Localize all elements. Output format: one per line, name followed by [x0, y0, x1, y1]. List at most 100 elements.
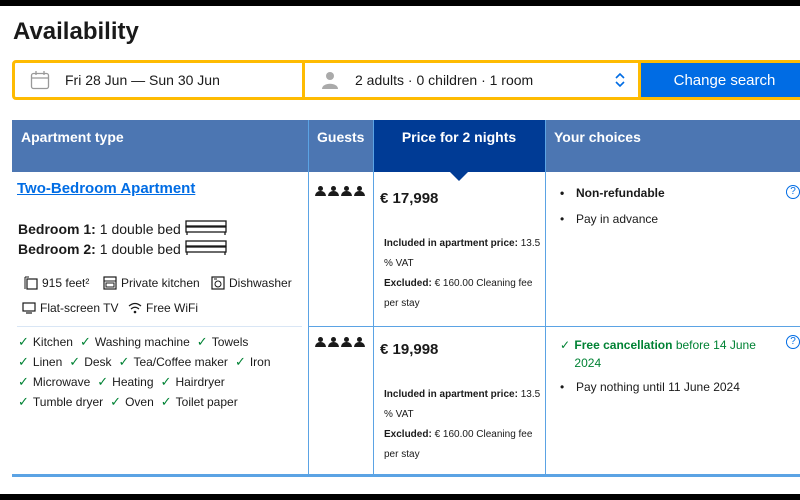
price-option-2: € 19,998: [380, 341, 439, 358]
amenity-item: ✓ Hairdryer: [161, 372, 225, 392]
person-icon: [315, 337, 326, 347]
header-apartment-type: Apartment type: [21, 129, 124, 145]
price-option-1: € 17,998: [380, 190, 439, 207]
amenities-list: ✓ Kitchen ✓ Washing machine ✓ Towels ✓ Linen…: [18, 332, 308, 412]
facility-dishwasher: Dishwasher: [211, 276, 292, 290]
amenity-label: Tumble dryer: [32, 395, 104, 409]
row-divider: [17, 326, 302, 327]
max-guests-icon: [315, 186, 365, 196]
amenities-row: ✓ Microwave ✓ Heating ✓ Hairdryer: [18, 372, 308, 392]
tv-icon: [22, 301, 36, 315]
amenity-label: Heating: [112, 375, 154, 389]
facility-label: Flat-screen TV: [40, 301, 119, 315]
amenities-row: ✓ Linen ✓ Desk ✓ Tea/Coffee maker ✓ Iron: [18, 352, 308, 372]
facility-size: 915 feet²: [24, 276, 89, 290]
amenity-label: Kitchen: [32, 335, 73, 349]
availability-page: Availability Fri 28 Jun — Sun 30 Jun 2 a…: [0, 6, 800, 494]
availability-table: Apartment type Guests Price for 2 nights…: [12, 120, 800, 477]
amenity-label: Desk: [84, 355, 112, 369]
check-icon: ✓: [196, 334, 208, 349]
help-icon[interactable]: ?: [786, 185, 800, 199]
amenity-item: ✓ Tea/Coffee maker: [119, 352, 228, 372]
amenity-item: ✓ Oven: [110, 392, 154, 412]
amenity-item: ✓ Linen: [18, 352, 62, 372]
check-icon: ✓: [97, 374, 109, 389]
choice-label: Pay nothing until 11 June 2024: [576, 380, 740, 394]
check-icon: ✓: [234, 354, 246, 369]
header-price-label: Price for 2 nights: [401, 129, 517, 145]
choice-non-refundable: • Non-refundable: [560, 186, 665, 200]
amenity-label: Toilet paper: [175, 395, 238, 409]
facility-label: Dishwasher: [229, 276, 292, 290]
choice-pay-nothing-until: • Pay nothing until 11 June 2024: [560, 380, 740, 394]
amenity-item: ✓ Towels: [197, 332, 249, 352]
help-icon[interactable]: ?: [786, 335, 800, 349]
change-search-button[interactable]: Change search: [641, 60, 800, 100]
double-bed-icon: [185, 220, 227, 238]
bullet-icon: •: [560, 380, 565, 394]
check-icon: ✓: [69, 354, 81, 369]
person-icon: [328, 337, 339, 347]
person-icon: [319, 69, 341, 91]
column-divider: [373, 120, 374, 476]
check-icon: ✓: [18, 334, 29, 349]
amenity-label: Microwave: [32, 375, 91, 389]
calendar-icon: [29, 69, 51, 91]
person-icon: [354, 337, 365, 347]
amenity-item: ✓ Desk: [69, 352, 111, 372]
date-range-text: Fri 28 Jun — Sun 30 Jun: [65, 72, 220, 88]
date-picker[interactable]: Fri 28 Jun — Sun 30 Jun: [12, 60, 305, 100]
facility-label: 915 feet²: [42, 276, 90, 290]
price-details-option-2: Included in apartment price: 13.5 % VAT …: [384, 385, 544, 465]
included-label: Included in apartment price:: [384, 389, 518, 400]
facility-label: Free WiFi: [146, 301, 198, 315]
amenity-label: Oven: [125, 395, 154, 409]
person-icon: [354, 186, 365, 196]
search-bar: Fri 28 Jun — Sun 30 Jun 2 adults · 0 chi…: [12, 60, 800, 100]
amenity-label: Towels: [211, 335, 249, 349]
kitchen-icon: [103, 276, 117, 290]
guests-selector[interactable]: 2 adults · 0 children · 1 room: [305, 60, 641, 100]
amenity-label: Hairdryer: [175, 375, 225, 389]
bedroom-1: Bedroom 1: 1 double bed: [18, 220, 227, 238]
check-icon: ✓: [160, 374, 172, 389]
wifi-icon: [128, 301, 142, 315]
amenities-row: ✓ Kitchen ✓ Washing machine ✓ Towels: [18, 332, 308, 352]
header-guests: Guests: [317, 129, 365, 145]
bed-value: 1 double bed: [99, 241, 181, 257]
apartment-name-link[interactable]: Two-Bedroom Apartment: [17, 180, 195, 197]
person-icon: [341, 186, 352, 196]
check-icon: ✓: [18, 374, 29, 389]
choice-pay-in-advance: • Pay in advance: [560, 212, 658, 226]
check-icon: ✓: [18, 394, 29, 409]
amenity-label: Linen: [32, 355, 63, 369]
free-cancellation-label: Free cancellation: [574, 338, 673, 352]
double-bed-icon: [185, 240, 227, 258]
bed-value: 1 double bed: [99, 221, 181, 237]
column-divider: [545, 120, 546, 476]
amenity-item: ✓ Microwave: [18, 372, 90, 392]
facility-flat-screen-tv: Flat-screen TV: [22, 301, 118, 315]
check-icon: ✓: [560, 338, 571, 352]
check-icon: ✓: [160, 394, 172, 409]
bullet-icon: •: [560, 212, 565, 226]
amenity-label: Iron: [249, 355, 271, 369]
sort-arrow-icon: [450, 172, 468, 181]
table-header: Apartment type Guests Price for 2 nights…: [12, 120, 800, 181]
guests-text: 2 adults · 0 children · 1 room: [355, 72, 534, 88]
check-icon: ✓: [110, 394, 122, 409]
amenity-item: ✓ Iron: [235, 352, 271, 372]
facility-private-kitchen: Private kitchen: [103, 276, 200, 290]
free-cancellation-text: Free cancellation before 14 June 2024: [574, 336, 765, 372]
check-icon: ✓: [79, 334, 91, 349]
header-your-choices: Your choices: [554, 129, 641, 145]
amenity-item: ✓ Kitchen: [18, 332, 73, 352]
bed-label: Bedroom 1:: [18, 221, 96, 237]
bedroom-2: Bedroom 2: 1 double bed: [18, 240, 227, 258]
dishwasher-icon: [211, 276, 225, 290]
column-divider: [308, 120, 309, 476]
page-title: Availability: [13, 18, 139, 45]
person-icon: [328, 186, 339, 196]
choice-label: Non-refundable: [576, 186, 665, 200]
facility-free-wifi: Free WiFi: [128, 301, 198, 315]
